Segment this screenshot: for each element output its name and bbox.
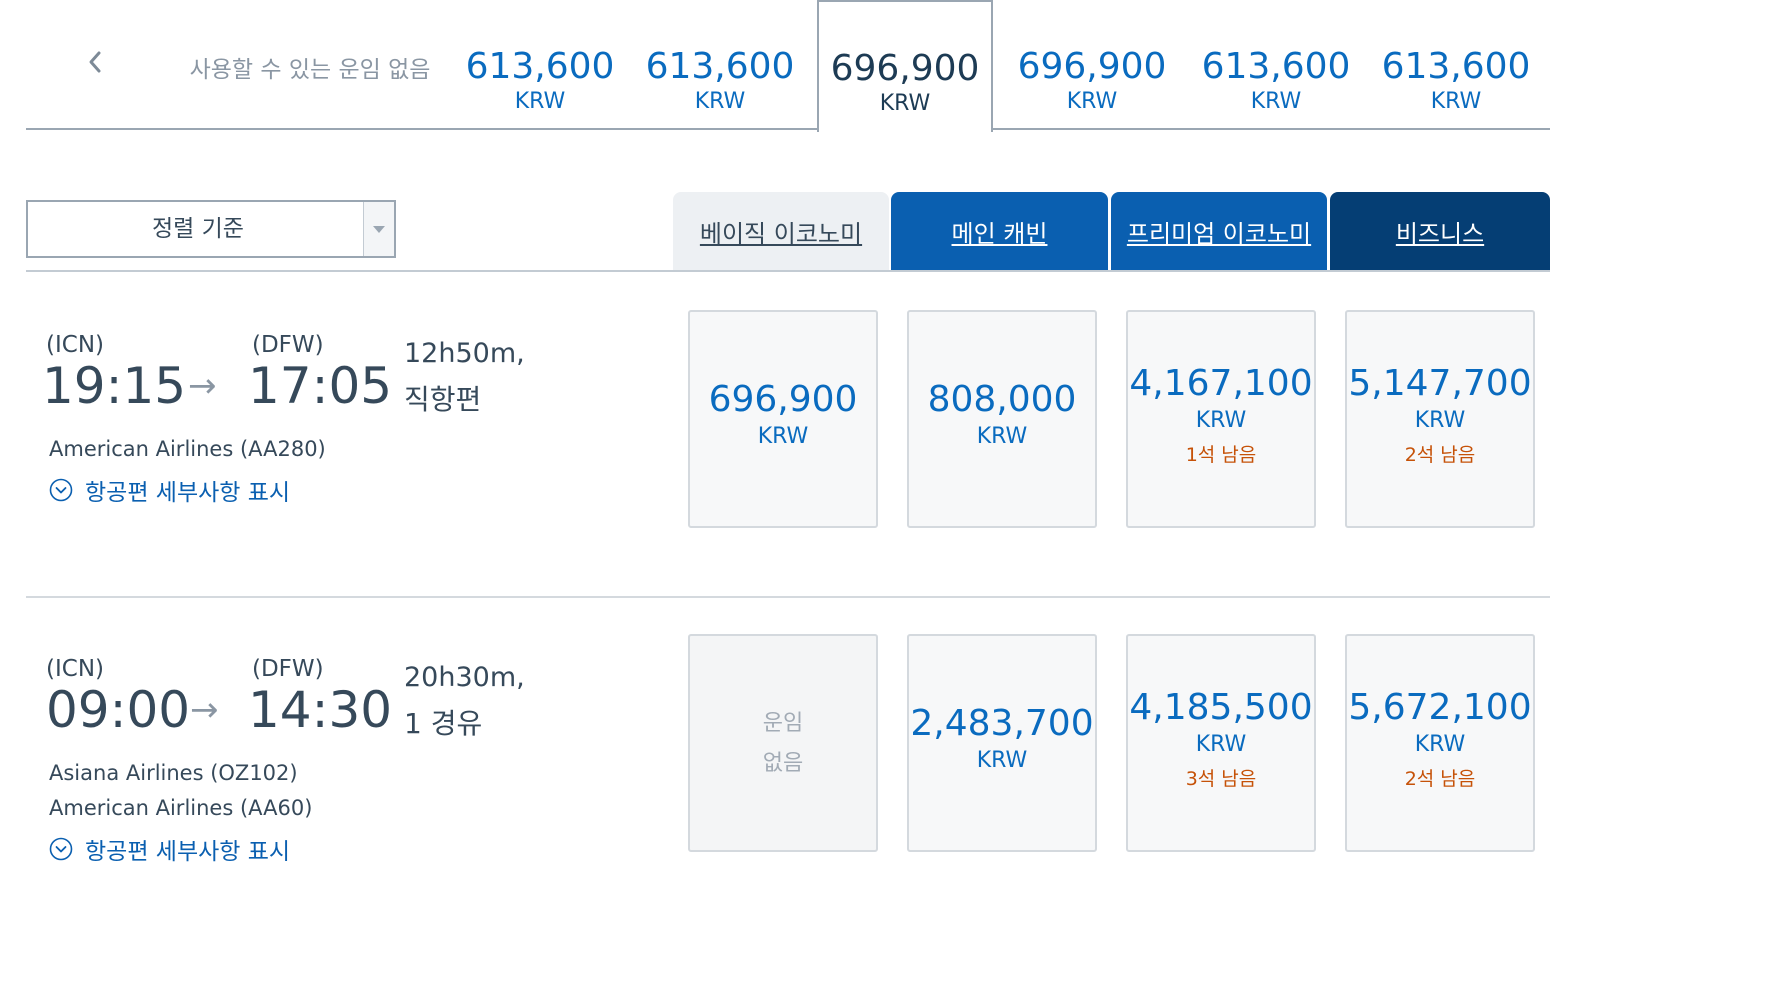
- fare-amount: 696,900: [708, 379, 858, 420]
- fare-main-cabin[interactable]: 808,000 KRW: [907, 310, 1097, 528]
- sort-by-select[interactable]: 정렬 기준: [26, 200, 396, 258]
- seats-remaining: 3석 남음: [1185, 768, 1257, 790]
- show-flight-details-label: 항공편 세부사항 표시: [85, 839, 291, 865]
- arrow-right-icon: →: [190, 690, 219, 730]
- date-fare-currency: KRW: [1066, 89, 1118, 114]
- date-fare-tab-1[interactable]: 613,600 KRW: [452, 0, 628, 130]
- date-fare-amount: 696,900: [1017, 46, 1167, 87]
- origin-airport-code: (ICN): [46, 332, 104, 358]
- date-fare-amount: 613,600: [1381, 46, 1531, 87]
- date-fare-amount: 613,600: [1201, 46, 1351, 87]
- fare-premium-economy[interactable]: 4,167,100 KRW 1석 남음: [1126, 310, 1316, 528]
- tab-basic-economy[interactable]: 베이직 이코노미: [673, 192, 889, 270]
- carrier-name: Asiana Airlines (OZ102): [49, 761, 298, 785]
- date-fare-amount: 696,900: [830, 48, 980, 89]
- fare-currency: KRW: [1414, 408, 1466, 433]
- arrow-right-icon: →: [188, 366, 217, 406]
- sort-by-label: 정렬 기준: [152, 216, 244, 242]
- seats-remaining: 2석 남음: [1404, 444, 1476, 466]
- tab-business[interactable]: 비즈니스: [1330, 192, 1550, 270]
- date-fare-tab-5[interactable]: 613,600 KRW: [1188, 0, 1364, 130]
- fare-unavailable-line: 없음: [762, 751, 804, 776]
- fare-basic-economy[interactable]: 696,900 KRW: [688, 310, 878, 528]
- fare-currency: KRW: [1414, 732, 1466, 757]
- fare-currency: KRW: [1195, 732, 1247, 757]
- date-fare-amount: 613,600: [645, 46, 795, 87]
- date-fare-tab-6[interactable]: 613,600 KRW: [1368, 0, 1544, 130]
- fare-amount: 5,147,700: [1348, 363, 1532, 404]
- fare-premium-economy[interactable]: 4,185,500 KRW 3석 남음: [1126, 634, 1316, 852]
- origin-airport-code: (ICN): [46, 656, 104, 682]
- fare-currency: KRW: [976, 748, 1028, 773]
- fare-business[interactable]: 5,672,100 KRW 2석 남음: [1345, 634, 1535, 852]
- fare-amount: 5,672,100: [1348, 687, 1532, 728]
- fare-amount: 4,185,500: [1129, 687, 1313, 728]
- seats-remaining: 2석 남음: [1404, 768, 1476, 790]
- flight-row-divider: [26, 596, 1550, 598]
- tab-main-cabin[interactable]: 메인 캐빈: [891, 192, 1108, 270]
- chevron-down-circle-icon: [49, 478, 73, 502]
- fare-currency: KRW: [1195, 408, 1247, 433]
- stops-label: 1 경유: [404, 707, 483, 740]
- fare-currency: KRW: [976, 424, 1028, 449]
- flight-duration: 20h30m,: [404, 662, 525, 693]
- fare-currency: KRW: [757, 424, 809, 449]
- flight-duration: 12h50m,: [404, 338, 525, 369]
- show-flight-details-label: 항공편 세부사항 표시: [85, 480, 291, 506]
- seats-remaining: 1석 남음: [1185, 444, 1257, 466]
- carrier-name: American Airlines (AA280): [49, 437, 326, 461]
- destination-airport-code: (DFW): [252, 656, 324, 682]
- stops-label: 직항편: [404, 383, 482, 416]
- fare-amount: 4,167,100: [1129, 363, 1313, 404]
- date-fare-currency: KRW: [514, 89, 566, 114]
- no-fare-available-label: 사용할 수 있는 운임 없음: [189, 57, 431, 83]
- fare-amount: 808,000: [927, 379, 1077, 420]
- date-fare-amount: 613,600: [465, 46, 615, 87]
- arrival-time: 14:30: [248, 681, 393, 739]
- date-fare-currency: KRW: [1430, 89, 1482, 114]
- date-strip-divider: [26, 128, 1550, 130]
- date-fare-tab-4[interactable]: 696,900 KRW: [1004, 0, 1180, 130]
- chevron-down-icon: [363, 202, 394, 256]
- chevron-down-circle-icon: [49, 837, 73, 861]
- arrival-time: 17:05: [248, 357, 393, 415]
- destination-airport-code: (DFW): [252, 332, 324, 358]
- departure-time: 09:00: [46, 681, 191, 739]
- fare-amount: 2,483,700: [910, 703, 1094, 744]
- show-flight-details-link[interactable]: 항공편 세부사항 표시: [49, 473, 290, 507]
- date-fare-tab-2[interactable]: 613,600 KRW: [632, 0, 808, 130]
- date-fare-currency: KRW: [879, 91, 931, 116]
- previous-dates-chevron-icon[interactable]: [78, 40, 112, 84]
- fare-business[interactable]: 5,147,700 KRW 2석 남음: [1345, 310, 1535, 528]
- show-flight-details-link[interactable]: 항공편 세부사항 표시: [49, 832, 290, 866]
- date-fare-tab-3-selected[interactable]: 696,900 KRW: [817, 0, 993, 132]
- fare-basic-economy-unavailable: 운임 없음: [688, 634, 878, 852]
- fare-unavailable-line: 운임: [762, 711, 804, 736]
- fare-main-cabin[interactable]: 2,483,700 KRW: [907, 634, 1097, 852]
- departure-time: 19:15: [42, 357, 187, 415]
- date-fare-currency: KRW: [1250, 89, 1302, 114]
- date-fare-currency: KRW: [694, 89, 746, 114]
- carrier-name: American Airlines (AA60): [49, 796, 313, 820]
- tab-premium-economy[interactable]: 프리미엄 이코노미: [1111, 192, 1327, 270]
- cabin-tabs-divider: [26, 270, 1550, 272]
